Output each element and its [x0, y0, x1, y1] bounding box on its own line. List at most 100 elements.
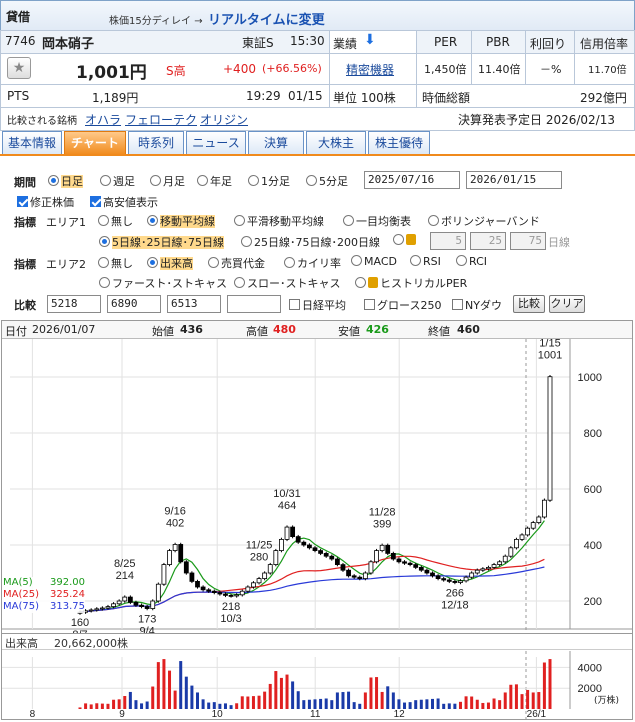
lock-icon — [406, 234, 416, 245]
ma-set-1[interactable]: 5日線･25日線･75日線 — [99, 234, 224, 250]
area2-none[interactable]: 無し — [98, 255, 133, 271]
star-icon[interactable]: ★ — [7, 57, 31, 79]
compare-link-3[interactable]: オリジン — [200, 111, 248, 128]
realtime-link[interactable]: リアルタイムに変更 — [208, 9, 325, 28]
tab-timeseries[interactable]: 時系列 — [128, 131, 184, 155]
ma-custom-2[interactable]: 25 — [470, 232, 506, 250]
candle — [374, 550, 379, 563]
volume-bar — [190, 685, 194, 709]
area2-rsi[interactable]: RSI — [410, 255, 441, 268]
compare-code-3[interactable]: 6513 — [167, 295, 221, 313]
ma-set-custom[interactable] — [393, 234, 418, 247]
y-tick-label: 400 — [584, 540, 602, 552]
candle — [525, 527, 531, 536]
area1-ma[interactable]: 移動平均線 — [147, 213, 215, 229]
volume-bar — [257, 695, 261, 709]
sector-link[interactable]: 精密機器 — [346, 61, 394, 78]
ma-custom-3[interactable]: 75 — [510, 232, 546, 250]
candle — [514, 538, 519, 549]
area2-fast-stoch[interactable]: ファースト･ストキャス — [99, 275, 227, 291]
tab-earnings[interactable]: 決算 — [248, 131, 304, 155]
ohlc-header: 日付 2026/01/07 始値 436 高値 480 安値 426 終値 46… — [2, 321, 632, 339]
candle — [323, 552, 329, 557]
volume-x-tick-label: 10 — [212, 709, 224, 719]
volume-bar — [526, 689, 530, 709]
candle — [530, 522, 536, 529]
period-yearly[interactable]: 年足 — [197, 173, 232, 189]
area2-volume[interactable]: 出来高 — [147, 255, 193, 271]
candle — [318, 550, 323, 554]
tab-shareholders[interactable]: 大株主 — [306, 131, 366, 155]
price-chart[interactable]: 1000800600400200889910101111121226/126/1… — [2, 339, 632, 719]
compare-dow-check[interactable]: NYダウ — [452, 297, 502, 313]
tab-benefits[interactable]: 株主優待 — [368, 131, 430, 155]
compare-button[interactable]: 比較 — [513, 295, 545, 313]
volume-bar — [279, 677, 283, 709]
area2-turnover[interactable]: 売買代金 — [208, 255, 265, 271]
area2-hist-per[interactable]: ヒストリカルPER — [355, 275, 467, 291]
period-daily[interactable]: 日足 — [48, 173, 83, 189]
ohlc-low: 426 — [366, 323, 389, 336]
volume-bar — [307, 699, 311, 709]
tab-basic[interactable]: 基本情報 — [2, 131, 62, 155]
volume-bar — [514, 684, 518, 709]
ma-custom-1[interactable]: 5 — [430, 232, 466, 250]
compare-code-1[interactable]: 5218 — [47, 295, 101, 313]
compare-code-2[interactable]: 6890 — [107, 295, 161, 313]
ohlc-close: 460 — [457, 323, 480, 336]
volume-bar — [363, 692, 367, 709]
candle — [385, 544, 391, 554]
volume-header: 出来高 20,662,000株 — [2, 633, 632, 650]
candle — [206, 589, 212, 592]
volume-bar — [296, 691, 300, 709]
volume-bar — [184, 676, 188, 709]
volume-bar — [324, 698, 328, 709]
candle — [144, 606, 150, 609]
compare-nikkei-check[interactable]: 日経平均 — [289, 297, 346, 313]
area1-none[interactable]: 無し — [98, 213, 133, 229]
compare-code-4[interactable] — [227, 295, 281, 313]
earnings-date: 決算発表予定日 2026/02/13 — [458, 113, 615, 127]
volume-bar — [347, 691, 351, 709]
date-to-input[interactable]: 2026/01/15 — [466, 171, 562, 189]
tab-chart[interactable]: チャート — [64, 131, 126, 155]
area1-ichimoku[interactable]: 一目均衡表 — [343, 213, 411, 229]
compare-link-1[interactable]: オハラ — [85, 111, 121, 128]
hilo-check[interactable]: 高安値表示 — [90, 194, 158, 210]
trade-unit: 単位 100株 — [333, 91, 396, 105]
annotation-date: 266 — [446, 588, 464, 600]
candle — [161, 564, 167, 585]
compare-growth-check[interactable]: グロース250 — [364, 297, 441, 313]
adjusted-price-check[interactable]: 修正株価 — [17, 194, 74, 210]
period-1min[interactable]: 1分足 — [248, 173, 290, 189]
period-monthly[interactable]: 月足 — [150, 173, 185, 189]
volume-bar — [481, 702, 485, 709]
y-tick-label: 800 — [584, 428, 602, 440]
compare-link-2[interactable]: フェローテク — [125, 111, 197, 128]
area2-macd[interactable]: MACD — [351, 255, 397, 268]
pts-label: PTS — [7, 89, 30, 103]
area2-rci[interactable]: RCI — [456, 255, 487, 268]
area2-slow-stoch[interactable]: スロー･ストキャス — [234, 275, 341, 291]
area2-deviation[interactable]: カイリ率 — [284, 255, 341, 271]
price-change: +400 — [223, 62, 256, 76]
ma-set-2[interactable]: 25日線･75日線･200日線 — [241, 234, 380, 250]
volume-bar — [207, 702, 211, 709]
area1-smooth-ma[interactable]: 平滑移動平均線 — [234, 213, 324, 229]
candle — [497, 561, 503, 566]
volume-bar — [100, 703, 104, 709]
area1-label: エリア1 — [46, 216, 86, 229]
annotation-value: 399 — [373, 518, 391, 530]
candle — [424, 569, 430, 574]
candle — [379, 544, 385, 551]
tab-news[interactable]: ニュース — [186, 131, 246, 155]
date-from-input[interactable]: 2025/07/16 — [364, 171, 460, 189]
candle — [368, 561, 374, 574]
period-weekly[interactable]: 週足 — [100, 173, 135, 189]
candle — [217, 592, 223, 595]
candle — [407, 562, 413, 565]
area1-bollinger[interactable]: ボリンジャーバンド — [428, 213, 540, 229]
gyoseki-label: 業績 — [333, 37, 358, 51]
clear-button[interactable]: クリア — [549, 295, 585, 313]
period-5min[interactable]: 5分足 — [306, 173, 348, 189]
